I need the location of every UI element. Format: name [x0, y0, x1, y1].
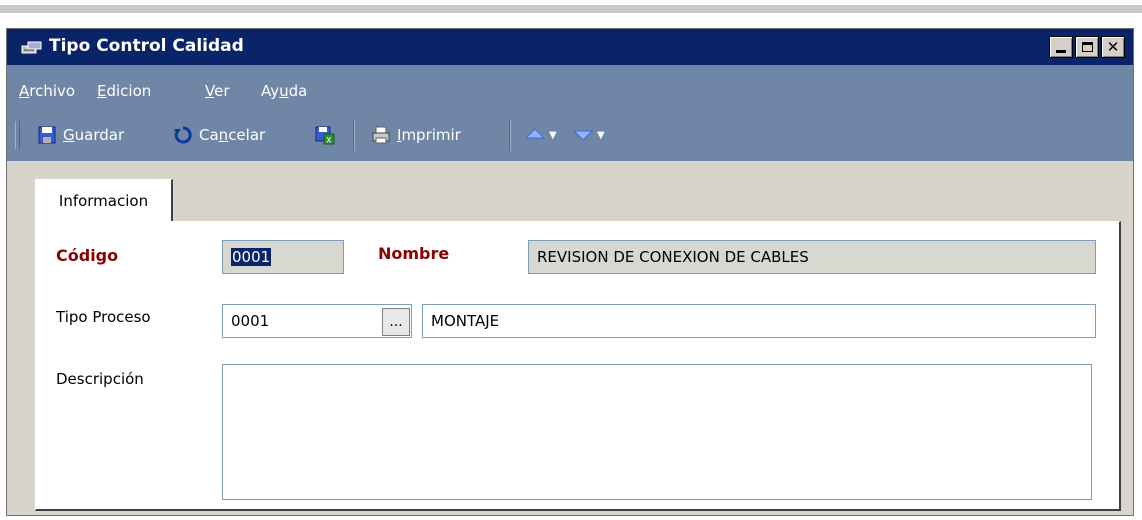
dropdown-caret-icon: ▼ [549, 129, 557, 141]
descripcion-textarea[interactable] [222, 364, 1092, 500]
app-window: Tipo Control Calidad ✕ Archivo Edicion V… [6, 28, 1134, 516]
dropdown-caret-icon: ▼ [597, 129, 605, 141]
guardar-button[interactable]: Guardar [37, 122, 124, 148]
lookup-button[interactable]: ... [382, 308, 410, 336]
app-icon [21, 41, 42, 54]
codigo-label: Código [56, 246, 119, 265]
toolbar-grip[interactable] [15, 121, 20, 149]
up-arrow-icon [525, 128, 545, 139]
nav-up-button[interactable]: ▼ [525, 122, 557, 148]
menu-ver[interactable]: Ver [205, 82, 230, 100]
menu-edicion[interactable]: Edicion [97, 82, 151, 100]
imprimir-button[interactable]: Imprimir [371, 122, 461, 148]
menu-ayuda[interactable]: Ayuda [261, 82, 307, 100]
tipo-proceso-name-field[interactable]: MONTAJE [422, 304, 1096, 338]
menu-bar: Archivo Edicion Ver Ayuda [7, 65, 1133, 109]
close-button[interactable]: ✕ [1101, 36, 1125, 58]
down-arrow-icon [573, 130, 593, 141]
save-icon [38, 126, 56, 144]
cancelar-button[interactable]: Cancelar [173, 122, 265, 148]
tipo-proceso-label: Tipo Proceso [56, 308, 151, 326]
nombre-label: Nombre [378, 244, 450, 263]
close-icon: ✕ [1106, 37, 1120, 56]
codigo-field[interactable]: 0001 [222, 240, 344, 274]
toolbar: Guardar Cancelar X Imprimir ▼ ▼ [7, 109, 1133, 161]
nav-down-button[interactable]: ▼ [573, 122, 605, 148]
export-button[interactable]: X [315, 122, 335, 148]
minimize-icon [1056, 50, 1066, 53]
window-title: Tipo Control Calidad [49, 36, 244, 56]
maximize-button[interactable] [1075, 36, 1099, 58]
excel-export-icon: X [315, 126, 335, 145]
descripcion-label: Descripción [56, 370, 144, 388]
svg-text:X: X [326, 136, 332, 145]
informacion-panel: Código 0001 Nombre REVISION DE CONEXION … [35, 221, 1121, 511]
undo-icon [174, 126, 192, 144]
minimize-button[interactable] [1049, 36, 1073, 58]
background-strip [0, 0, 1142, 14]
menu-archivo[interactable]: Archivo [19, 82, 75, 100]
nombre-field[interactable]: REVISION DE CONEXION DE CABLES [528, 240, 1096, 274]
printer-icon [372, 126, 390, 144]
tab-informacion[interactable]: Informacion [35, 179, 173, 221]
maximize-icon [1081, 42, 1093, 52]
title-bar[interactable]: Tipo Control Calidad ✕ [7, 29, 1133, 65]
